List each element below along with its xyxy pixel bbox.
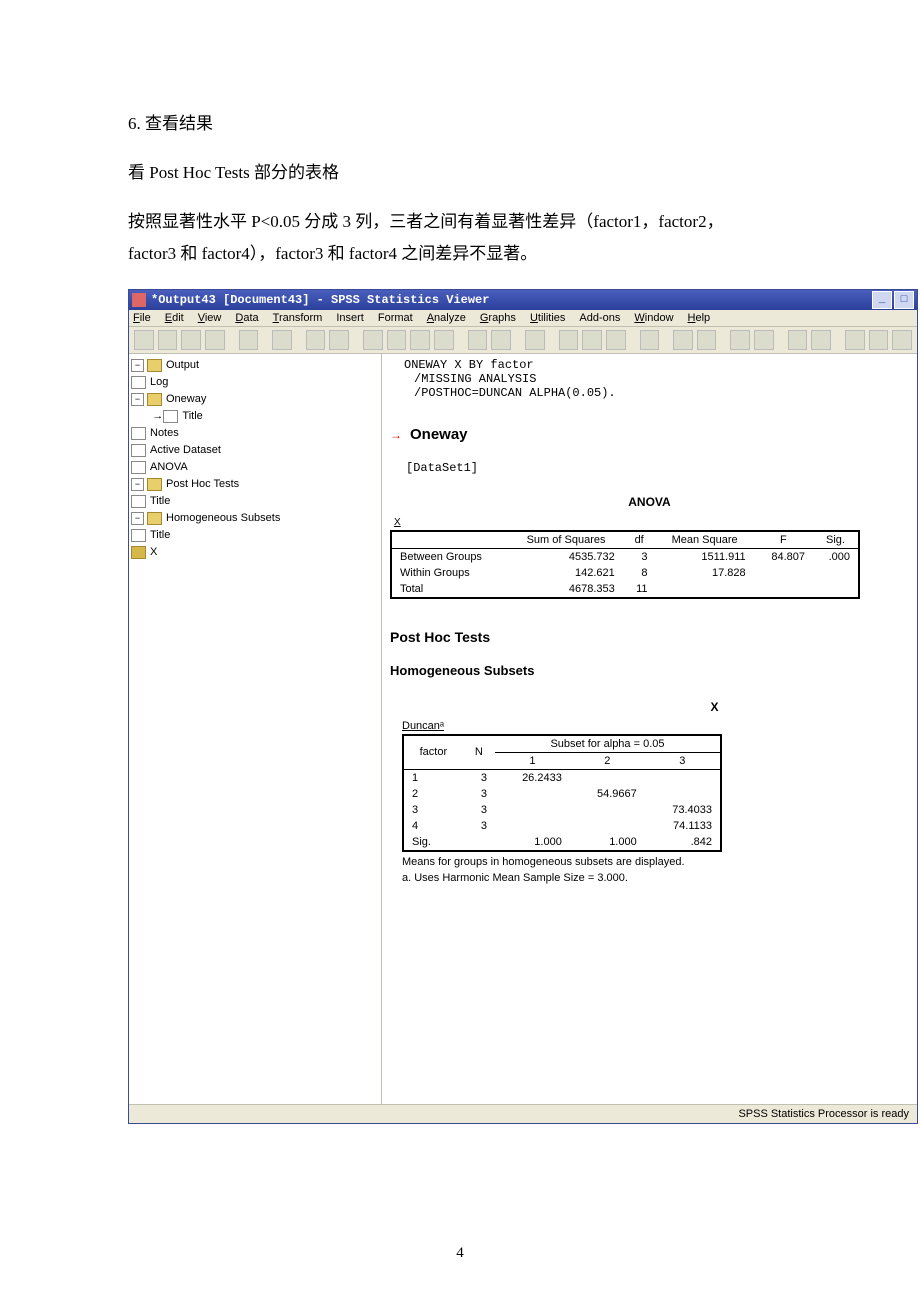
menu-addons[interactable]: Add-ons (579, 312, 620, 324)
menu-edit[interactable]: Edit (165, 312, 184, 324)
duncan-footnote1: Means for groups in homogeneous subsets … (402, 856, 702, 868)
tb-icon[interactable] (363, 330, 383, 350)
open-icon[interactable] (134, 330, 154, 350)
tb-icon[interactable] (559, 330, 579, 350)
doc-line2b: factor3 和 factor4），factor3 和 factor4 之间差… (128, 240, 830, 267)
menu-file[interactable]: File (133, 312, 151, 324)
tree-output[interactable]: −Output (131, 357, 379, 374)
spss-viewer-window: *Output43 [Document43] - SPSS Statistics… (128, 289, 918, 1124)
arrow-icon: → (390, 428, 402, 442)
menu-data[interactable]: Data (235, 312, 258, 324)
syntax-l1: ONEWAY X BY factor (404, 358, 909, 372)
tb-icon[interactable] (525, 330, 545, 350)
menu-help[interactable]: Help (688, 312, 711, 324)
menu-insert[interactable]: Insert (336, 312, 364, 324)
tb-icon[interactable] (811, 330, 831, 350)
menu-analyze[interactable]: Analyze (427, 312, 466, 324)
app-icon (132, 293, 146, 307)
tb-icon[interactable] (730, 330, 750, 350)
tree-title[interactable]: →Title (131, 408, 379, 425)
syntax-l3: /POSTHOC=DUNCAN ALPHA(0.05). (414, 386, 909, 400)
tree-title2[interactable]: Title (131, 493, 379, 510)
status-text: SPSS Statistics Processor is ready (738, 1108, 909, 1120)
duncan-table[interactable]: factorNSubset for alpha = 0.05 123 1326.… (402, 734, 722, 852)
heading-anova: ANOVA (390, 495, 909, 509)
tb-icon[interactable] (582, 330, 602, 350)
tb-icon[interactable] (387, 330, 407, 350)
duncan-label: Duncanᵃ (402, 720, 909, 732)
tree-anova[interactable]: ANOVA (131, 459, 379, 476)
tb-icon[interactable] (754, 330, 774, 350)
tree-oneway[interactable]: −Oneway (131, 391, 379, 408)
menu-format[interactable]: Format (378, 312, 413, 324)
tree-homosubsets[interactable]: −Homogeneous Subsets (131, 510, 379, 527)
table-row: Total4678.35311 (391, 581, 859, 598)
duncan-footnote2: a. Uses Harmonic Mean Sample Size = 3.00… (402, 872, 909, 884)
tb-icon[interactable] (606, 330, 626, 350)
toolbar (129, 327, 917, 354)
table-row: Between Groups4535.73231511.91184.807.00… (391, 548, 859, 565)
table-row: 3373.4033 (403, 802, 721, 818)
menu-graphs[interactable]: Graphs (480, 312, 516, 324)
variables-icon[interactable] (491, 330, 511, 350)
titlebar[interactable]: *Output43 [Document43] - SPSS Statistics… (129, 290, 917, 310)
table-row: 2354.9667 (403, 786, 721, 802)
heading-xvar: X (520, 700, 909, 714)
menu-transform[interactable]: Transform (273, 312, 323, 324)
syntax-l2: /MISSING ANALYSIS (414, 372, 909, 386)
table-row: 1326.2433 (403, 769, 721, 786)
preview-icon[interactable] (205, 330, 225, 350)
tb-icon[interactable] (845, 330, 865, 350)
table-row: 4374.1133 (403, 818, 721, 834)
heading-oneway: Oneway (410, 426, 468, 443)
window-title: *Output43 [Document43] - SPSS Statistics… (151, 293, 489, 307)
heading-posthoc: Post Hoc Tests (390, 629, 909, 645)
print-icon[interactable] (181, 330, 201, 350)
doc-line2a: 按照显著性水平 P<0.05 分成 3 列，三者之间有着显著性差异（factor… (128, 208, 830, 235)
table-row: Within Groups142.621817.828 (391, 565, 859, 581)
tb-icon[interactable] (788, 330, 808, 350)
statusbar: SPSS Statistics Processor is ready (129, 1104, 917, 1123)
anova-table[interactable]: Sum of Squares df Mean Square F Sig. Bet… (390, 530, 860, 599)
output-content: ONEWAY X BY factor /MISSING ANALYSIS /PO… (382, 354, 917, 1104)
menu-view[interactable]: View (198, 312, 222, 324)
tb-icon[interactable] (640, 330, 660, 350)
menu-utilities[interactable]: Utilities (530, 312, 565, 324)
tree-posthoc[interactable]: −Post Hoc Tests (131, 476, 379, 493)
table-row: Sig.1.0001.000.842 (403, 834, 721, 851)
outline-tree[interactable]: −Output Log −Oneway →Title Notes Active … (129, 354, 382, 1104)
menu-window[interactable]: Window (634, 312, 673, 324)
tb-icon[interactable] (410, 330, 430, 350)
tb-icon[interactable] (434, 330, 454, 350)
save-icon[interactable] (158, 330, 178, 350)
menubar: File Edit View Data Transform Insert For… (129, 310, 917, 327)
doc-heading: 6. 查看结果 (128, 110, 830, 137)
tree-title3[interactable]: Title (131, 527, 379, 544)
heading-homosubsets: Homogeneous Subsets (390, 663, 909, 678)
page-number: 4 (0, 1245, 920, 1262)
anova-varname: X (394, 517, 909, 528)
dataset-label: [DataSet1] (406, 461, 909, 475)
redo-icon[interactable] (329, 330, 349, 350)
minimize-button[interactable]: _ (872, 291, 892, 309)
tree-x[interactable]: X (131, 544, 379, 561)
tb-icon[interactable] (892, 330, 912, 350)
goto-case-icon[interactable] (468, 330, 488, 350)
tree-active-dataset[interactable]: Active Dataset (131, 442, 379, 459)
undo-icon[interactable] (306, 330, 326, 350)
tree-notes[interactable]: Notes (131, 425, 379, 442)
back-icon[interactable] (673, 330, 693, 350)
tree-log[interactable]: Log (131, 374, 379, 391)
forward-icon[interactable] (697, 330, 717, 350)
maximize-button[interactable]: □ (894, 291, 914, 309)
tb-icon[interactable] (869, 330, 889, 350)
export-icon[interactable] (239, 330, 259, 350)
dialog-recall-icon[interactable] (272, 330, 292, 350)
doc-line1: 看 Post Hoc Tests 部分的表格 (128, 159, 830, 186)
